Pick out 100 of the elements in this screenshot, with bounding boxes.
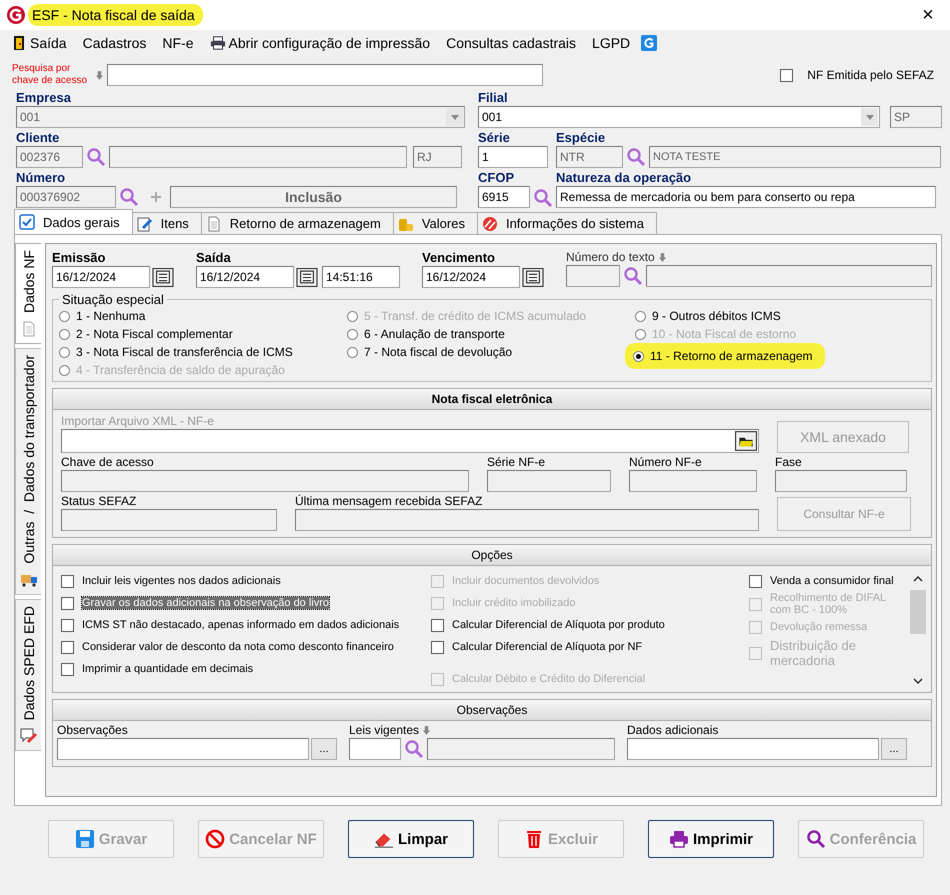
- xml-file-field[interactable]: [61, 429, 759, 453]
- menu-item[interactable]: NF-e: [157, 33, 199, 53]
- field-label: Vencimento: [422, 250, 496, 266]
- checkbox[interactable]: [61, 640, 74, 654]
- checkbox[interactable]: [61, 574, 74, 588]
- time-field[interactable]: 14:51:16: [322, 266, 400, 288]
- checkbox[interactable]: [780, 68, 794, 82]
- scroll-up-icon[interactable]: [913, 576, 923, 582]
- menu-item[interactable]: Saída: [6, 33, 72, 53]
- branch-dropdown[interactable]: 001: [478, 106, 880, 128]
- radio-button[interactable]: [633, 350, 644, 362]
- tab[interactable]: Valores: [392, 212, 478, 234]
- radio-label: 11 - Retorno de armazenagem: [650, 349, 813, 363]
- laws-field[interactable]: [349, 738, 401, 760]
- checkbox-label: Calcular Débito e Crédito do Diferencial: [452, 673, 646, 685]
- calendar-icon[interactable]: [296, 268, 318, 286]
- radio-button[interactable]: [59, 328, 70, 340]
- search-icon[interactable]: [404, 739, 424, 759]
- number-field[interactable]: 000376902: [16, 186, 116, 208]
- note-edit-icon: [20, 728, 38, 744]
- radio-button[interactable]: [59, 346, 70, 358]
- observations-field[interactable]: [57, 738, 309, 760]
- date-field[interactable]: 16/12/2024: [52, 266, 150, 288]
- more-button[interactable]: ...: [881, 738, 907, 760]
- action-button[interactable]: Imprimir: [648, 820, 774, 858]
- field-label: Observações: [57, 723, 129, 738]
- radio-label: 5 - Transf. de crédito de ICMS acumulado: [364, 309, 586, 323]
- checkbox-label: ICMS ST não destacado, apenas informado em dados adicionais: [82, 619, 400, 631]
- folder-icon[interactable]: [735, 431, 757, 451]
- menu-item[interactable]: LGPD: [587, 33, 636, 53]
- menu-item[interactable]: Consultas cadastrais: [441, 33, 582, 53]
- calendar-icon[interactable]: [152, 268, 174, 286]
- species-description-field: NOTA TESTE: [649, 146, 941, 168]
- more-button[interactable]: ...: [311, 738, 337, 760]
- field-label: Emissão: [52, 250, 106, 266]
- tab[interactable]: Itens: [132, 212, 202, 234]
- series-field[interactable]: 1: [478, 146, 548, 168]
- group-title: Situação especial: [61, 292, 165, 307]
- field-label: Número: [16, 170, 66, 186]
- side-tab[interactable]: Dados NF: [15, 243, 41, 344]
- close-button[interactable]: ×: [906, 0, 950, 30]
- species-field[interactable]: NTR: [556, 146, 623, 168]
- checkbox[interactable]: [61, 662, 74, 676]
- side-tab[interactable]: Outras / Dados do transportador: [15, 348, 41, 595]
- search-icon[interactable]: [623, 266, 643, 286]
- radio-label: 4 - Transferência de saldo de apuração: [76, 363, 285, 377]
- checkbox-label: Devolução remessa: [770, 621, 868, 633]
- side-tab[interactable]: Dados SPED EFD: [15, 598, 41, 751]
- radio-button[interactable]: [59, 310, 70, 322]
- scroll-down-icon[interactable]: [913, 678, 923, 684]
- tab[interactable]: Retorno de armazenagem: [200, 212, 394, 234]
- checkbox-label: Incluir crédito imobilizado: [452, 597, 576, 609]
- field-label: Status SEFAZ: [61, 494, 138, 509]
- access-key-field[interactable]: [107, 64, 543, 86]
- state-field: RJ: [413, 146, 462, 168]
- client-code-field[interactable]: 002376: [16, 146, 83, 168]
- radio-button[interactable]: [635, 310, 646, 322]
- tab[interactable]: Dados gerais: [14, 209, 133, 234]
- checkbox-label: NF Emitida pelo SEFAZ: [807, 68, 934, 82]
- checkbox-label: Calcular Diferencial de Alíquota por NF: [452, 641, 642, 653]
- cfop-field[interactable]: 6915: [478, 186, 530, 208]
- search-icon[interactable]: [86, 147, 106, 167]
- text-number-field[interactable]: [566, 265, 620, 287]
- radio-button[interactable]: [347, 328, 358, 340]
- checkbox[interactable]: [749, 574, 762, 588]
- section-header: Opções: [53, 545, 931, 566]
- app-logo-icon: [6, 5, 26, 25]
- checkbox[interactable]: [61, 596, 74, 610]
- stripes-icon: [482, 216, 498, 232]
- radio-label: 7 - Nota fiscal de devolução: [364, 345, 512, 359]
- menu-item[interactable]: Cadastros: [78, 33, 152, 53]
- radio-button[interactable]: [347, 346, 358, 358]
- action-button[interactable]: Limpar: [348, 820, 474, 858]
- app-logo-icon[interactable]: [641, 35, 658, 51]
- radio-label: 2 - Nota Fiscal complementar: [76, 327, 233, 341]
- dropdown-arrow-icon: [866, 114, 874, 120]
- plus-icon[interactable]: [150, 191, 162, 203]
- search-icon[interactable]: [119, 187, 139, 207]
- search-icon[interactable]: [533, 188, 553, 208]
- checkbox[interactable]: [431, 618, 444, 632]
- additional-data-field[interactable]: [627, 738, 879, 760]
- search-icon[interactable]: [626, 147, 646, 167]
- operation-nature-field[interactable]: Remessa de mercadoria ou bem para conserto ou repa: [556, 186, 936, 208]
- checkbox-label: Considerar valor de desconto da nota como desconto financeiro: [82, 641, 394, 653]
- calendar-icon[interactable]: [522, 268, 544, 286]
- field-label: Leis vigentes: [349, 723, 420, 738]
- dropdown-arrow-icon: [450, 114, 458, 120]
- checkbox[interactable]: [61, 618, 74, 632]
- date-field[interactable]: 16/12/2024: [196, 266, 294, 288]
- state-field: SP: [890, 106, 942, 128]
- date-field[interactable]: 16/12/2024: [422, 266, 520, 288]
- field-label: Cliente: [16, 130, 60, 146]
- menu-item[interactable]: Abrir configuração de impressão: [204, 33, 436, 53]
- checkbox[interactable]: [431, 640, 444, 654]
- arrow-down-icon: [96, 70, 103, 80]
- radio-label: 9 - Outros débitos ICMS: [652, 309, 781, 323]
- tab[interactable]: Informações do sistema: [476, 212, 657, 234]
- arrow-down-icon: [423, 726, 430, 735]
- field-label: Saída: [196, 250, 232, 266]
- company-dropdown[interactable]: 001: [16, 106, 465, 128]
